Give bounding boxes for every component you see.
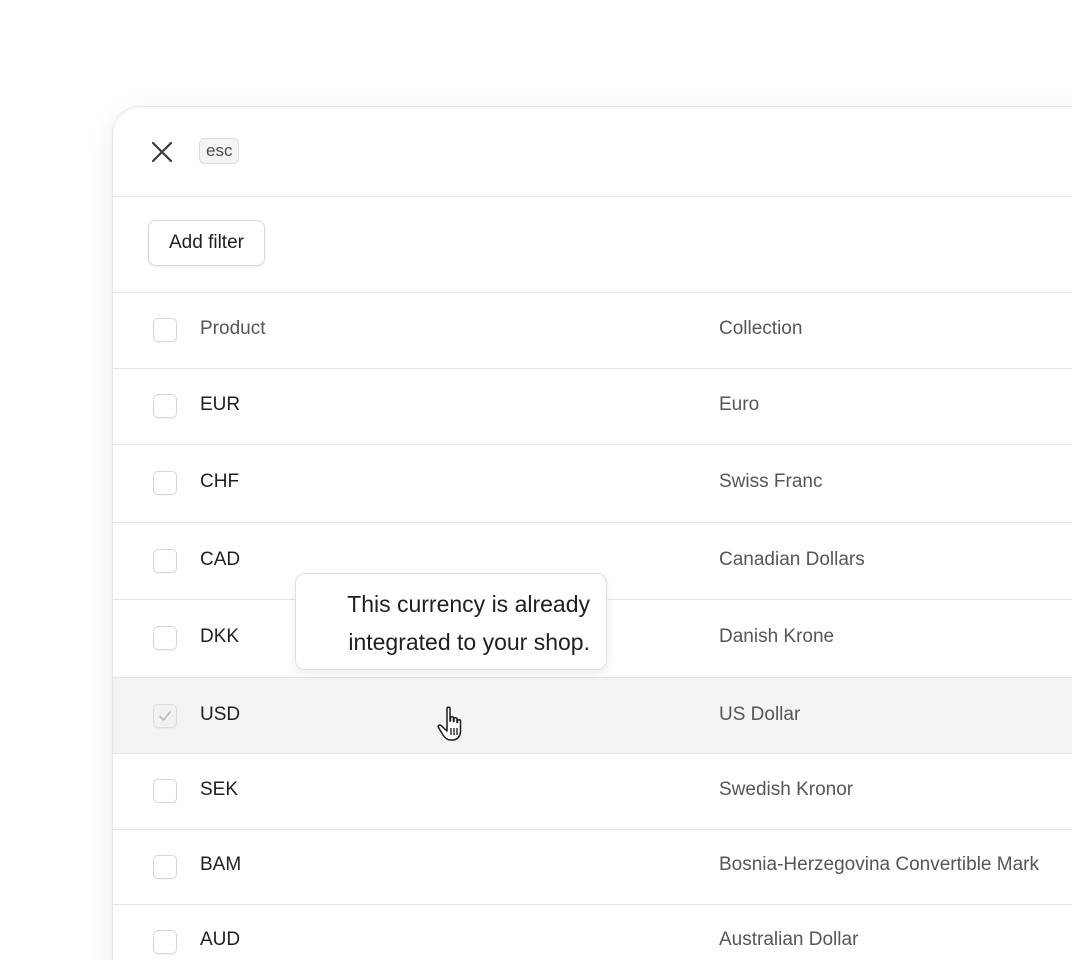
table-row[interactable]: BAM Bosnia-Herzegovina Convertible Mark: [113, 830, 1072, 905]
row-checkbox[interactable]: [153, 779, 177, 803]
collection-cell: Australian Dollar: [719, 929, 859, 950]
row-checkbox-disabled: [153, 704, 177, 728]
product-cell: USD: [200, 704, 241, 725]
collection-cell: Danish Krone: [719, 626, 835, 647]
pointer-hand-icon: [437, 706, 462, 741]
filter-toolbar: Add filter: [113, 197, 1072, 293]
collection-cell: US Dollar: [719, 704, 801, 725]
close-button[interactable]: [149, 139, 175, 165]
page: esc Add filter Product Collection EUR Eu…: [0, 0, 1072, 960]
row-checkbox[interactable]: [153, 471, 177, 495]
table-row-hovered[interactable]: USD US Dollar: [113, 678, 1072, 754]
row-checkbox[interactable]: [153, 394, 177, 418]
collection-cell: Swedish Kronor: [719, 779, 854, 800]
product-cell: BAM: [200, 854, 242, 875]
column-header-collection: Collection: [719, 318, 803, 339]
product-cell: CAD: [200, 549, 241, 570]
collection-cell: Canadian Dollars: [719, 549, 865, 570]
collection-cell: Euro: [719, 394, 760, 415]
already-integrated-tooltip: This currency is already integrated to y…: [295, 573, 607, 670]
modal-header: esc: [113, 107, 1072, 197]
product-cell: SEK: [200, 779, 239, 800]
collection-cell: Bosnia-Herzegovina Convertible Mark: [719, 854, 1039, 875]
table-row[interactable]: AUD Australian Dollar: [113, 905, 1072, 960]
row-checkbox[interactable]: [153, 930, 177, 954]
product-cell: DKK: [200, 626, 240, 647]
select-all-checkbox[interactable]: [153, 318, 177, 342]
column-header-product: Product: [200, 318, 266, 339]
row-checkbox[interactable]: [153, 549, 177, 573]
product-cell: CHF: [200, 471, 240, 492]
row-checkbox[interactable]: [153, 626, 177, 650]
table-row[interactable]: SEK Swedish Kronor: [113, 754, 1072, 830]
product-cell: EUR: [200, 394, 241, 415]
product-cell: AUD: [200, 929, 241, 950]
table-row[interactable]: EUR Euro: [113, 369, 1072, 445]
check-icon: [159, 711, 171, 721]
row-checkbox[interactable]: [153, 855, 177, 879]
table-header-row: Product Collection: [113, 293, 1072, 369]
currency-picker-modal: esc Add filter Product Collection EUR Eu…: [112, 106, 1072, 960]
collection-cell: Swiss Franc: [719, 471, 823, 492]
add-filter-button[interactable]: Add filter: [148, 220, 265, 266]
tooltip-line-2: integrated to your shop.: [348, 629, 590, 655]
tooltip-line-1: This currency is already: [347, 591, 590, 617]
esc-shortcut-badge: esc: [199, 138, 240, 164]
table-row[interactable]: CHF Swiss Franc: [113, 445, 1072, 523]
close-icon: [151, 141, 173, 163]
